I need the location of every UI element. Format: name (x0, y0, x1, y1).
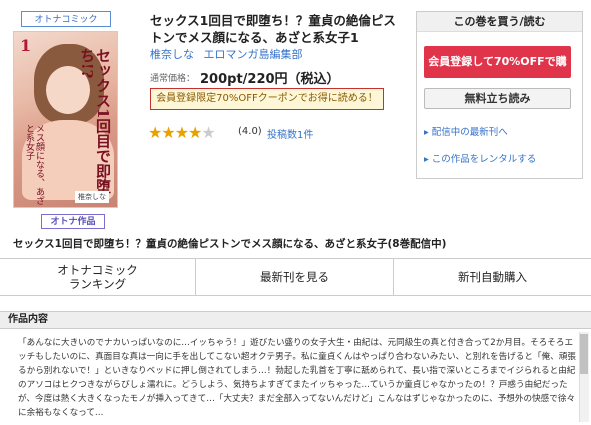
price-label: 通常価格： (150, 74, 196, 84)
star-rating: ★★★★★ (148, 123, 216, 142)
review-count-link[interactable]: 投稿数1件 (267, 126, 313, 141)
cover-volume-number: 1 (20, 36, 32, 55)
author-list: 椎奈しな エロマンガ島編集部 (150, 46, 309, 62)
action-tabs: オトナコミック ランキング 最新刊を見る 新刊自動購入 (0, 258, 591, 296)
price-value: 200pt/220円（税込） (200, 72, 340, 87)
category-badge[interactable]: オトナコミック (21, 11, 111, 27)
star-icon: ★ (188, 123, 202, 142)
scrollbar-thumb[interactable] (580, 334, 588, 374)
author-link[interactable]: 椎奈しな (150, 48, 194, 61)
chevron-right-icon: ▸ (424, 127, 429, 138)
type-badge: オトナ作品 (41, 214, 105, 229)
purchase-panel-header: この巻を買う/読む (417, 12, 582, 32)
rental-link-label: この作品をレンタルする (431, 154, 537, 165)
rating-value: (4.0) (238, 126, 262, 137)
section-heading: 作品内容 (0, 311, 591, 329)
star-empty-icon: ★ (201, 123, 215, 142)
coupon-promo-banner[interactable]: 会員登録限定70%OFFクーポンでお得に読める！ (150, 88, 384, 110)
cover-author-tag: 椎奈しな (75, 191, 109, 203)
star-icon: ★ (148, 123, 162, 142)
star-icon: ★ (161, 123, 175, 142)
tab-latest-volume[interactable]: 最新刊を見る (196, 259, 393, 295)
star-icon: ★ (174, 123, 189, 142)
cover-subtitle-text: メス顔になる、あざと系女子 (24, 124, 44, 205)
free-preview-button[interactable]: 無料立ち読み (424, 88, 571, 109)
series-info: セックス1回目で即堕ち！？童貞の絶倫ピストンでメス顔になる、あざと系女子(8巻配… (13, 238, 447, 250)
publisher-link[interactable]: エロマンガ島編集部 (204, 48, 303, 61)
chevron-right-icon: ▸ (424, 154, 429, 165)
register-purchase-button[interactable]: 会員登録して70%OFFで購入 (424, 46, 571, 100)
tab-auto-purchase[interactable]: 新刊自動購入 (394, 259, 591, 295)
latest-volume-link-label: 配信中の最新刊へ (431, 127, 508, 138)
tab-ranking[interactable]: オトナコミック ランキング (0, 259, 195, 295)
book-cover-image[interactable]: 1 セックス1回目で即堕ち!? メス顔になる、あざと系女子 椎奈しな (13, 31, 118, 208)
book-title: セックス1回目で即堕ち！？童貞の絶倫ピストンでメス顔になる、あざと系女子1 (150, 13, 396, 45)
description-text: 「あんなに大きいのでナカいっぱいなのに…イッちゃう！」遊びたい盛りの女子大生・由… (18, 338, 576, 418)
cover-title-text: セックス1回目で即堕ち!? (78, 48, 112, 194)
latest-volume-link[interactable]: ▸ 配信中の最新刊へ (424, 124, 508, 138)
rental-link[interactable]: ▸ この作品をレンタルする (424, 151, 536, 165)
